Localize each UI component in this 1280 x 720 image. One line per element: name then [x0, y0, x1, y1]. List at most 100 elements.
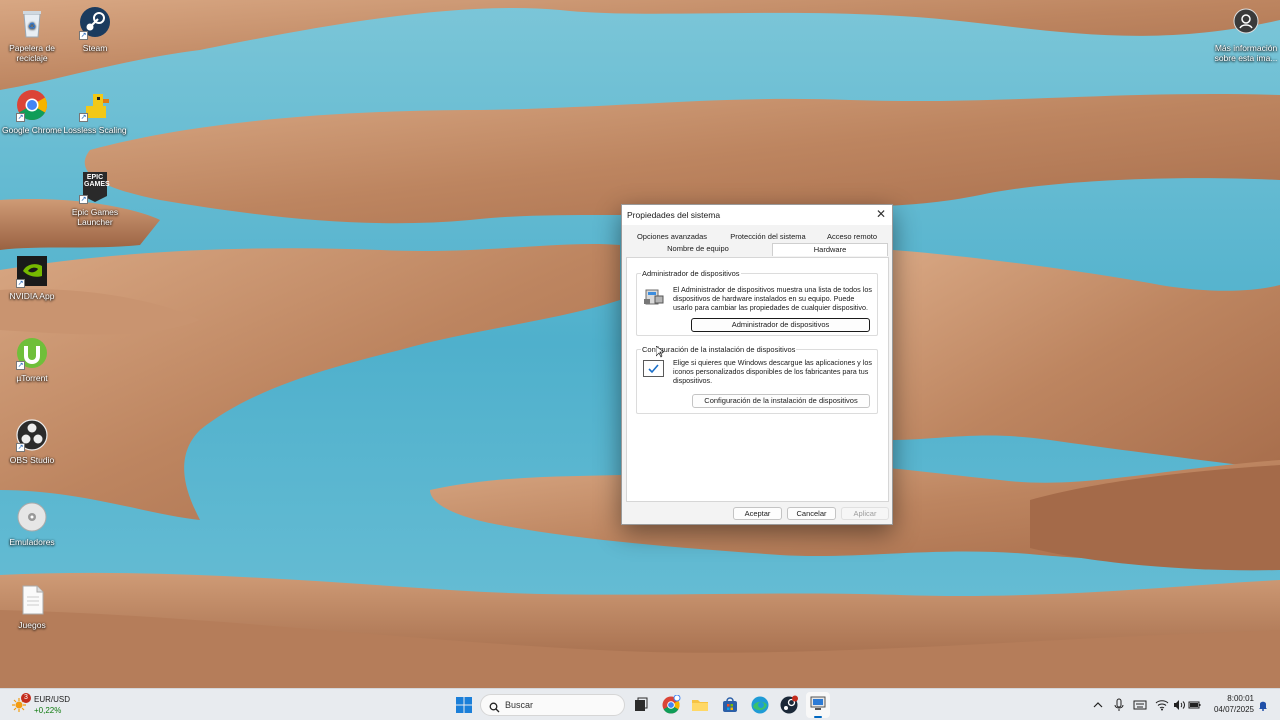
- desktop-icon-emuladores[interactable]: Emuladores: [0, 500, 68, 547]
- tab-proteccion-del-sistema[interactable]: Protección del sistema: [722, 231, 814, 243]
- desktop-icon-label: Más información sobre esta ima...: [1214, 43, 1278, 63]
- active-app-indicator: [814, 716, 822, 718]
- desktop-icon-label: Juegos: [18, 620, 46, 630]
- epic-games-icon: EPIC GAMES ↗: [79, 172, 110, 204]
- desktop-icon-obs-studio[interactable]: ↗ OBS Studio: [0, 418, 68, 465]
- tab-opciones-avanzadas[interactable]: Opciones avanzadas: [630, 231, 714, 243]
- desktop-icon-label: Steam: [82, 43, 108, 53]
- tab-hardware[interactable]: Hardware: [772, 243, 888, 256]
- steam-icon: ↗: [78, 6, 112, 40]
- bell-icon: [1259, 701, 1267, 711]
- clock[interactable]: 8:00:01 04/07/2025: [1206, 693, 1254, 715]
- file-explorer-icon: [692, 700, 708, 711]
- device-manager-button[interactable]: Administrador de dispositivos: [691, 318, 870, 332]
- wifi-icon: [1155, 700, 1169, 711]
- taskbar-store[interactable]: [720, 695, 740, 715]
- file-icon: [15, 583, 49, 617]
- weather-market-widget[interactable]: 3 EUR/USD +0,22%: [8, 692, 88, 718]
- task-view-button[interactable]: [631, 695, 651, 715]
- disc-icon: [15, 500, 49, 534]
- chevron-up-icon: [1093, 702, 1103, 708]
- notifications-tray[interactable]: [1256, 698, 1270, 712]
- desktop-icon-recycle-bin[interactable]: ♻ Papelera de reciclaje: [0, 6, 68, 63]
- start-button[interactable]: [454, 695, 474, 715]
- shortcut-arrow-icon: ↗: [16, 113, 25, 122]
- store-icon: [723, 697, 737, 712]
- desktop-icon-lossless-scaling[interactable]: ↗ Lossless Scaling: [59, 88, 131, 135]
- obs-icon: ↗: [15, 418, 49, 452]
- duck-icon: ↗: [78, 88, 112, 122]
- network-tray[interactable]: [1155, 698, 1169, 712]
- desktop-icon-label: Papelera de reciclaje: [9, 43, 55, 63]
- desktop-icon-utorrent[interactable]: ↗ µTorrent: [0, 336, 68, 383]
- desktop-icon-juegos[interactable]: Juegos: [0, 583, 68, 630]
- desktop-icon-nvidia-app[interactable]: ↗ NVIDIA App: [0, 254, 68, 301]
- device-installation-settings-button[interactable]: Configuración de la instalación de dispo…: [692, 394, 870, 408]
- steam-icon: [780, 695, 798, 714]
- clock-date: 04/07/2025: [1213, 705, 1254, 714]
- tab-acceso-remoto[interactable]: Acceso remoto: [822, 231, 882, 243]
- battery-tray[interactable]: [1188, 698, 1202, 712]
- desktop-icon-label: OBS Studio: [9, 455, 55, 465]
- shortcut-arrow-icon: ↗: [16, 361, 25, 370]
- mouse-cursor: [655, 345, 665, 358]
- tab-nombre-de-equipo[interactable]: Nombre de equipo: [652, 243, 744, 255]
- speaker-icon: [1174, 700, 1185, 710]
- desktop-icon-label: Lossless Scaling: [63, 125, 127, 135]
- clock-time: 8:00:01: [1227, 694, 1254, 703]
- device-installation-check-icon: [643, 360, 664, 377]
- search-placeholder: Buscar: [505, 700, 534, 710]
- taskbar-search-box[interactable]: Buscar: [480, 694, 625, 716]
- notification-badge: 3: [21, 693, 31, 703]
- svg-text:♻: ♻: [28, 21, 36, 31]
- show-hidden-icons-button[interactable]: [1091, 698, 1105, 712]
- shortcut-arrow-icon: ↗: [16, 279, 25, 288]
- taskbar-edge[interactable]: [750, 695, 770, 715]
- desktop-icon-label: NVIDIA App: [9, 291, 55, 301]
- desktop-icon-steam[interactable]: ↗ Steam: [59, 6, 131, 53]
- shortcut-arrow-icon: ↗: [79, 31, 88, 40]
- volume-tray[interactable]: [1172, 698, 1186, 712]
- battery-plug-icon: [1188, 701, 1201, 709]
- cancel-button[interactable]: Cancelar: [787, 507, 836, 520]
- chrome-icon: [662, 694, 681, 714]
- ok-button[interactable]: Aceptar: [733, 507, 782, 520]
- chrome-icon: ↗: [15, 88, 49, 122]
- device-installation-description: Elige si quieres que Windows descargue l…: [673, 358, 872, 385]
- start-icon: [456, 697, 472, 713]
- taskbar-system-properties[interactable]: [806, 692, 830, 718]
- apply-button[interactable]: Aplicar: [841, 507, 889, 520]
- taskbar-steam[interactable]: [779, 695, 799, 715]
- keyboard-icon: [1133, 700, 1147, 710]
- system-properties-icon: [810, 696, 826, 710]
- widget-title: EUR/USD: [34, 695, 71, 704]
- desktop-icon-label: Emuladores: [9, 537, 55, 547]
- microphone-icon: [1114, 698, 1124, 711]
- device-manager-icon: [643, 286, 665, 306]
- shortcut-arrow-icon: ↗: [79, 195, 88, 204]
- search-icon: [489, 700, 500, 713]
- desktop-icon-chrome[interactable]: ↗ Google Chrome: [0, 88, 68, 135]
- microphone-tray[interactable]: [1112, 698, 1126, 712]
- recycle-bin-icon: ♻: [15, 6, 49, 40]
- desktop-icon-spotlight-info[interactable]: Más información sobre esta ima...: [1210, 6, 1280, 63]
- device-manager-group-label: Administrador de dispositivos: [641, 269, 741, 278]
- close-icon[interactable]: ✕: [870, 205, 892, 225]
- dialog-titlebar[interactable]: Propiedades del sistema ✕: [622, 205, 892, 225]
- task-view-icon: [635, 697, 648, 711]
- hardware-tab-panel: Administrador de dispositivos El Adminis…: [626, 257, 889, 502]
- shortcut-arrow-icon: ↗: [79, 113, 88, 122]
- system-properties-dialog: Propiedades del sistema ✕ Opciones avanz…: [621, 204, 893, 525]
- desktop-icon-epic-games[interactable]: EPIC GAMES ↗ Epic Games Launcher: [59, 170, 131, 227]
- nvidia-icon: ↗: [15, 254, 49, 288]
- keyboard-tray[interactable]: [1133, 698, 1147, 712]
- taskbar-chrome[interactable]: [661, 694, 681, 715]
- taskbar-file-explorer[interactable]: [690, 695, 710, 715]
- widget-value: +0,22%: [34, 706, 62, 715]
- edge-icon: [751, 696, 769, 714]
- desktop-icon-label: µTorrent: [16, 373, 48, 383]
- utorrent-icon: ↗: [15, 336, 49, 370]
- device-installation-group-label: Configuración de la instalación de dispo…: [641, 345, 797, 354]
- dialog-title: Propiedades del sistema: [627, 210, 721, 220]
- desktop-icon-label: Google Chrome: [1, 125, 62, 135]
